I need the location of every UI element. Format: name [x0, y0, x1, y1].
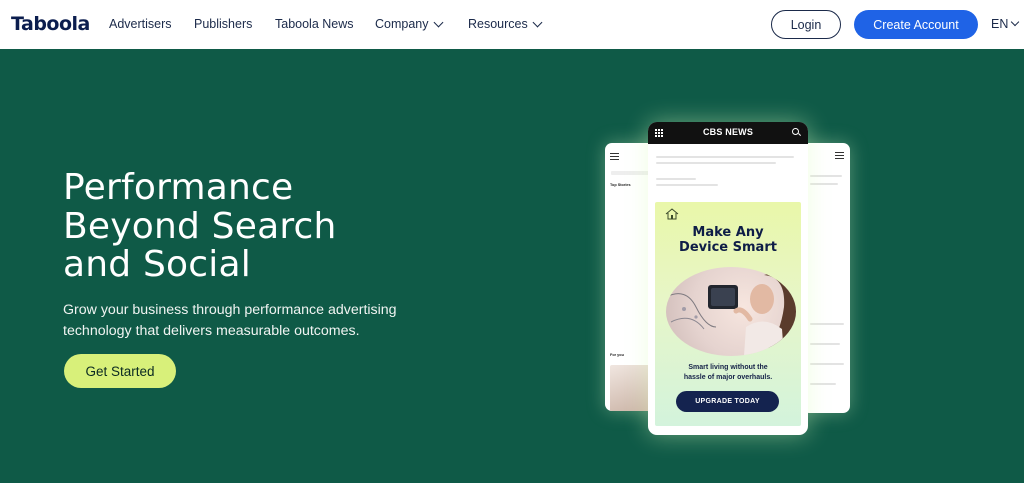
ad-headline: Make Any Device Smart: [655, 225, 801, 255]
text-line: [656, 178, 696, 180]
chevron-down-icon: [1011, 17, 1020, 27]
upgrade-today-button[interactable]: UPGRADE TODAY: [676, 391, 779, 412]
nav-label: Resources: [468, 17, 528, 31]
hero-title-line: Performance: [63, 167, 294, 208]
chevron-down-icon: [532, 17, 543, 27]
hero-subtitle-line: Grow your business through performance a…: [63, 302, 397, 318]
cbs-news-topbar: CBS NEWS: [648, 122, 808, 144]
text-line: [810, 175, 842, 177]
hamburger-icon: [835, 152, 844, 159]
ad-photo-illustration: [666, 267, 796, 356]
get-started-button[interactable]: Get Started: [64, 354, 176, 388]
main-phone-mockup: CBS NEWS Make Any Device Smart Smart liv…: [648, 122, 808, 435]
nav-company[interactable]: Company: [375, 17, 443, 31]
nav-advertisers[interactable]: Advertisers: [109, 17, 172, 31]
ad-headline-line: Device Smart: [679, 239, 777, 255]
top-stories-label: Top Stories: [610, 183, 631, 187]
ad-headline-line: Make Any: [692, 225, 764, 240]
ad-copy-line: Smart living without the: [688, 364, 768, 371]
text-line: [810, 183, 838, 185]
text-line: [656, 162, 776, 164]
hero-subtitle: Grow your business through performance a…: [63, 300, 423, 342]
right-phone-mockup: [802, 143, 850, 413]
search-field-mock: [611, 171, 653, 175]
hamburger-icon: [610, 153, 619, 160]
login-button[interactable]: Login: [771, 10, 841, 39]
smart-device-ad[interactable]: Make Any Device Smart Smart living witho…: [655, 202, 801, 426]
text-line: [810, 323, 844, 325]
hero-section: Performance Beyond Search and Social Gro…: [0, 49, 1024, 483]
house-icon: [665, 208, 679, 220]
search-icon: [792, 128, 799, 135]
language-label: EN: [991, 17, 1009, 31]
taboola-logo[interactable]: Taboola: [11, 13, 90, 35]
nav-label: Advertisers: [109, 17, 172, 31]
hero-title-line: and Social: [63, 244, 251, 285]
nav-label: Company: [375, 17, 429, 31]
language-selector[interactable]: EN: [991, 17, 1020, 31]
site-name: CBS NEWS: [702, 127, 754, 137]
text-line: [810, 363, 844, 365]
text-line: [656, 184, 718, 186]
text-line: [810, 343, 840, 345]
ad-photo: [666, 267, 796, 356]
site-header: Taboola Advertisers Publishers Taboola N…: [0, 0, 1024, 49]
text-line: [656, 156, 794, 158]
for-you-label: For you: [610, 353, 624, 357]
nav-label: Publishers: [194, 17, 253, 31]
create-account-button[interactable]: Create Account: [854, 10, 978, 39]
ad-copy: Smart living without the hassle of major…: [655, 363, 801, 382]
hero-subtitle-line: technology that delivers measurable outc…: [63, 323, 360, 339]
nav-publishers[interactable]: Publishers: [194, 17, 252, 31]
hero-title-line: Beyond Search: [63, 205, 337, 247]
nav-label: Taboola News: [275, 17, 354, 31]
ad-copy-line: hassle of major overhauls.: [683, 373, 773, 381]
text-line: [810, 383, 836, 385]
story-thumbnail: [610, 365, 652, 411]
hero-title: Performance Beyond Search and Social: [63, 167, 483, 285]
nav-taboola-news[interactable]: Taboola News: [275, 17, 354, 31]
chevron-down-icon: [433, 17, 443, 27]
nav-resources[interactable]: Resources: [468, 17, 543, 31]
